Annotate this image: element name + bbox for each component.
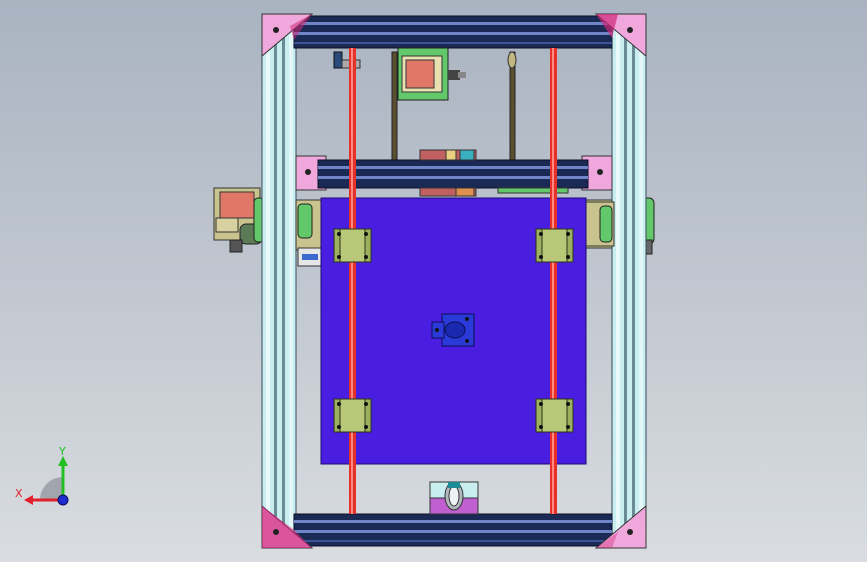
bearing-top-right <box>535 228 574 263</box>
left-frame-rail <box>261 15 297 547</box>
bearing-bottom-right <box>535 398 574 433</box>
right-frame-rail <box>611 15 647 547</box>
gantry-carriage-top <box>419 149 477 161</box>
left-idler-block <box>295 199 323 267</box>
bottom-pulley <box>429 481 479 515</box>
belt-tensioner-left <box>391 51 398 161</box>
coordinate-triad: Y X <box>15 445 69 506</box>
y-axis-label: Y <box>58 445 66 458</box>
gantry-extrusion <box>317 159 589 189</box>
cad-viewport[interactable]: Y X <box>0 0 867 562</box>
top-stepper-motor <box>397 47 466 101</box>
bearing-top-left <box>333 228 372 263</box>
endstop-switch <box>333 51 361 69</box>
left-motor-assembly <box>213 187 265 253</box>
bottom-extrusion <box>293 513 613 547</box>
rod-right <box>550 48 557 514</box>
rod-left <box>349 48 356 514</box>
bearing-bottom-left <box>333 398 372 433</box>
belt-tensioner-right <box>507 51 517 161</box>
z-axis-dot <box>57 494 69 506</box>
right-idler-block <box>585 201 615 247</box>
gantry-carriage-bottom <box>419 187 569 197</box>
x-axis-label: X <box>15 487 23 500</box>
top-extrusion <box>293 15 613 49</box>
